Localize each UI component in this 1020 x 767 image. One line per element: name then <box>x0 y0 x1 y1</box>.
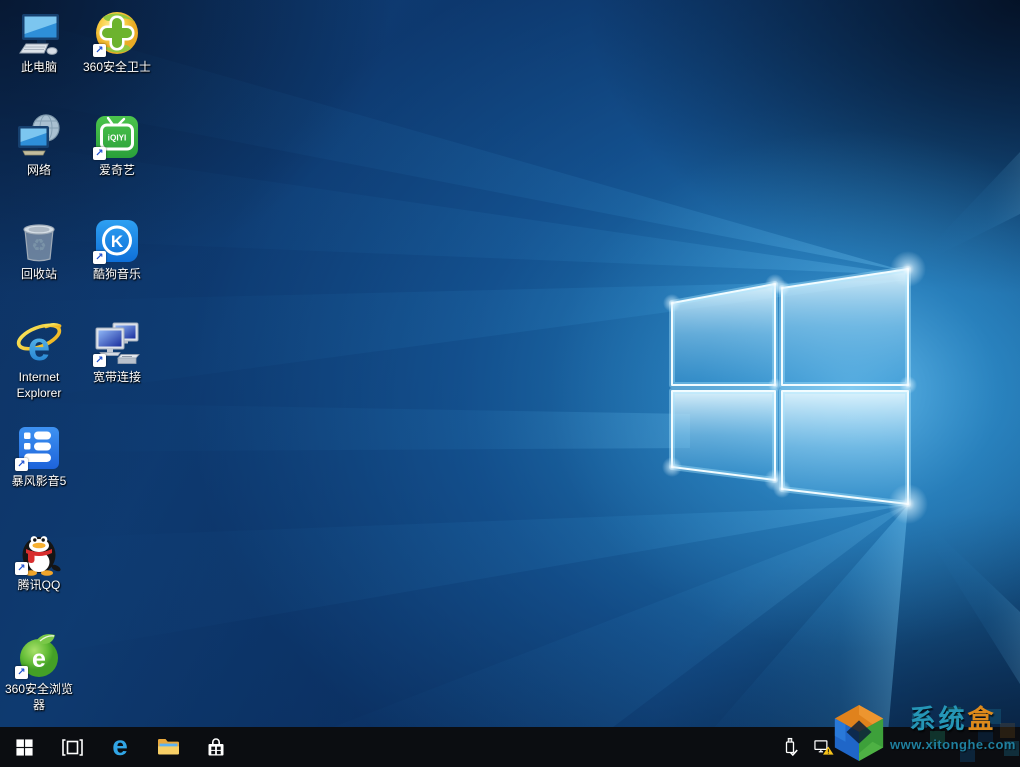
svg-text:iQIYI: iQIYI <box>108 134 127 143</box>
desktop-icon-internet-explorer[interactable]: e Internet Explorer <box>0 320 78 401</box>
desktop-icon-label: Internet Explorer <box>16 370 62 400</box>
shortcut-arrow-icon: ↗ <box>93 354 106 367</box>
desktop-icon-broadband[interactable]: ↗ 宽带连接 <box>78 320 156 386</box>
qq-penguin-icon: ↗ <box>15 528 63 576</box>
desktop-icon-kugou-music[interactable]: K ↗ 酷狗音乐 <box>78 217 156 283</box>
store-bag-icon <box>208 738 224 756</box>
start-button[interactable] <box>0 727 48 767</box>
desktop-icon-label: 爱奇艺 <box>98 163 135 177</box>
recycle-bin-icon: ♻ <box>15 217 63 265</box>
store-button[interactable] <box>192 727 240 767</box>
iqiyi-icon: iQIYI ↗ <box>93 113 141 161</box>
desktop-icon-label: 酷狗音乐 <box>92 267 141 281</box>
desktop-icon-label: 宽带连接 <box>92 370 141 384</box>
network-warning-icon <box>814 739 834 755</box>
desktop-icon-tencent-qq[interactable]: ↗ 腾讯QQ <box>0 528 78 594</box>
file-explorer-button[interactable] <box>144 727 192 767</box>
task-view-icon <box>61 738 83 756</box>
network-icon <box>15 113 63 161</box>
shortcut-arrow-icon: ↗ <box>93 44 106 57</box>
windows-logo-icon <box>15 738 33 756</box>
shortcut-arrow-icon: ↗ <box>93 251 106 264</box>
broadband-icon: ↗ <box>93 320 141 368</box>
svg-text:e: e <box>32 645 46 673</box>
edge-button[interactable]: e <box>96 727 144 767</box>
desktop-icon-recycle-bin[interactable]: ♻ 回收站 <box>0 217 78 283</box>
desktop-icon-storm-player-5[interactable]: ↗ 暴风影音5 <box>0 424 78 490</box>
desktop-icon-network[interactable]: 网络 <box>0 113 78 179</box>
system-tray <box>780 727 868 767</box>
desktop-icon-label: 网络 <box>26 163 51 177</box>
desktop-icon-label: 回收站 <box>20 267 57 281</box>
svg-text:K: K <box>111 232 124 251</box>
usb-icon <box>785 737 798 756</box>
this-pc-icon <box>15 10 63 58</box>
desktop-icon-360-browser[interactable]: e ↗ 360安全浏览器 <box>0 632 78 713</box>
svg-text:e: e <box>28 325 50 368</box>
network-tray-button[interactable] <box>814 727 834 767</box>
desktop-icon-label: 腾讯QQ <box>17 578 61 592</box>
speaker-icon <box>849 741 866 753</box>
task-view-button[interactable] <box>48 727 96 767</box>
folder-icon <box>157 739 179 755</box>
desktop-icon-this-pc[interactable]: 此电脑 <box>0 10 78 76</box>
usb-tray-button[interactable] <box>780 727 800 767</box>
desktop-icon-label: 此电脑 <box>20 60 57 74</box>
desktop-icon-label: 360安全卫士 <box>82 60 152 74</box>
svg-text:♻: ♻ <box>31 236 46 256</box>
shortcut-arrow-icon: ↗ <box>93 147 106 160</box>
kugou-music-icon: K ↗ <box>93 217 141 265</box>
volume-tray-button[interactable] <box>848 727 868 767</box>
internet-explorer-icon: e <box>15 320 63 368</box>
desktop-icon-label: 暴风影音5 <box>11 474 67 488</box>
taskbar: e <box>0 727 1020 767</box>
shortcut-arrow-icon: ↗ <box>15 458 28 471</box>
edge-icon: e <box>112 730 128 761</box>
windows-desktop: 此电脑 ↗ 360安全卫士 网络 iQIYI ↗ 爱奇艺 ♻ 回收站 K ↗ 酷… <box>0 0 1020 767</box>
storm-player-icon: ↗ <box>15 424 63 472</box>
desktop-icon-label: 360安全浏览器 <box>4 682 74 712</box>
desktop-icon-iqiyi[interactable]: iQIYI ↗ 爱奇艺 <box>78 113 156 179</box>
shortcut-arrow-icon: ↗ <box>15 562 28 575</box>
360-browser-icon: e ↗ <box>15 632 63 680</box>
shortcut-arrow-icon: ↗ <box>15 666 28 679</box>
desktop-icon-360-safe-guard[interactable]: ↗ 360安全卫士 <box>78 10 156 76</box>
360-safe-guard-icon: ↗ <box>93 10 141 58</box>
